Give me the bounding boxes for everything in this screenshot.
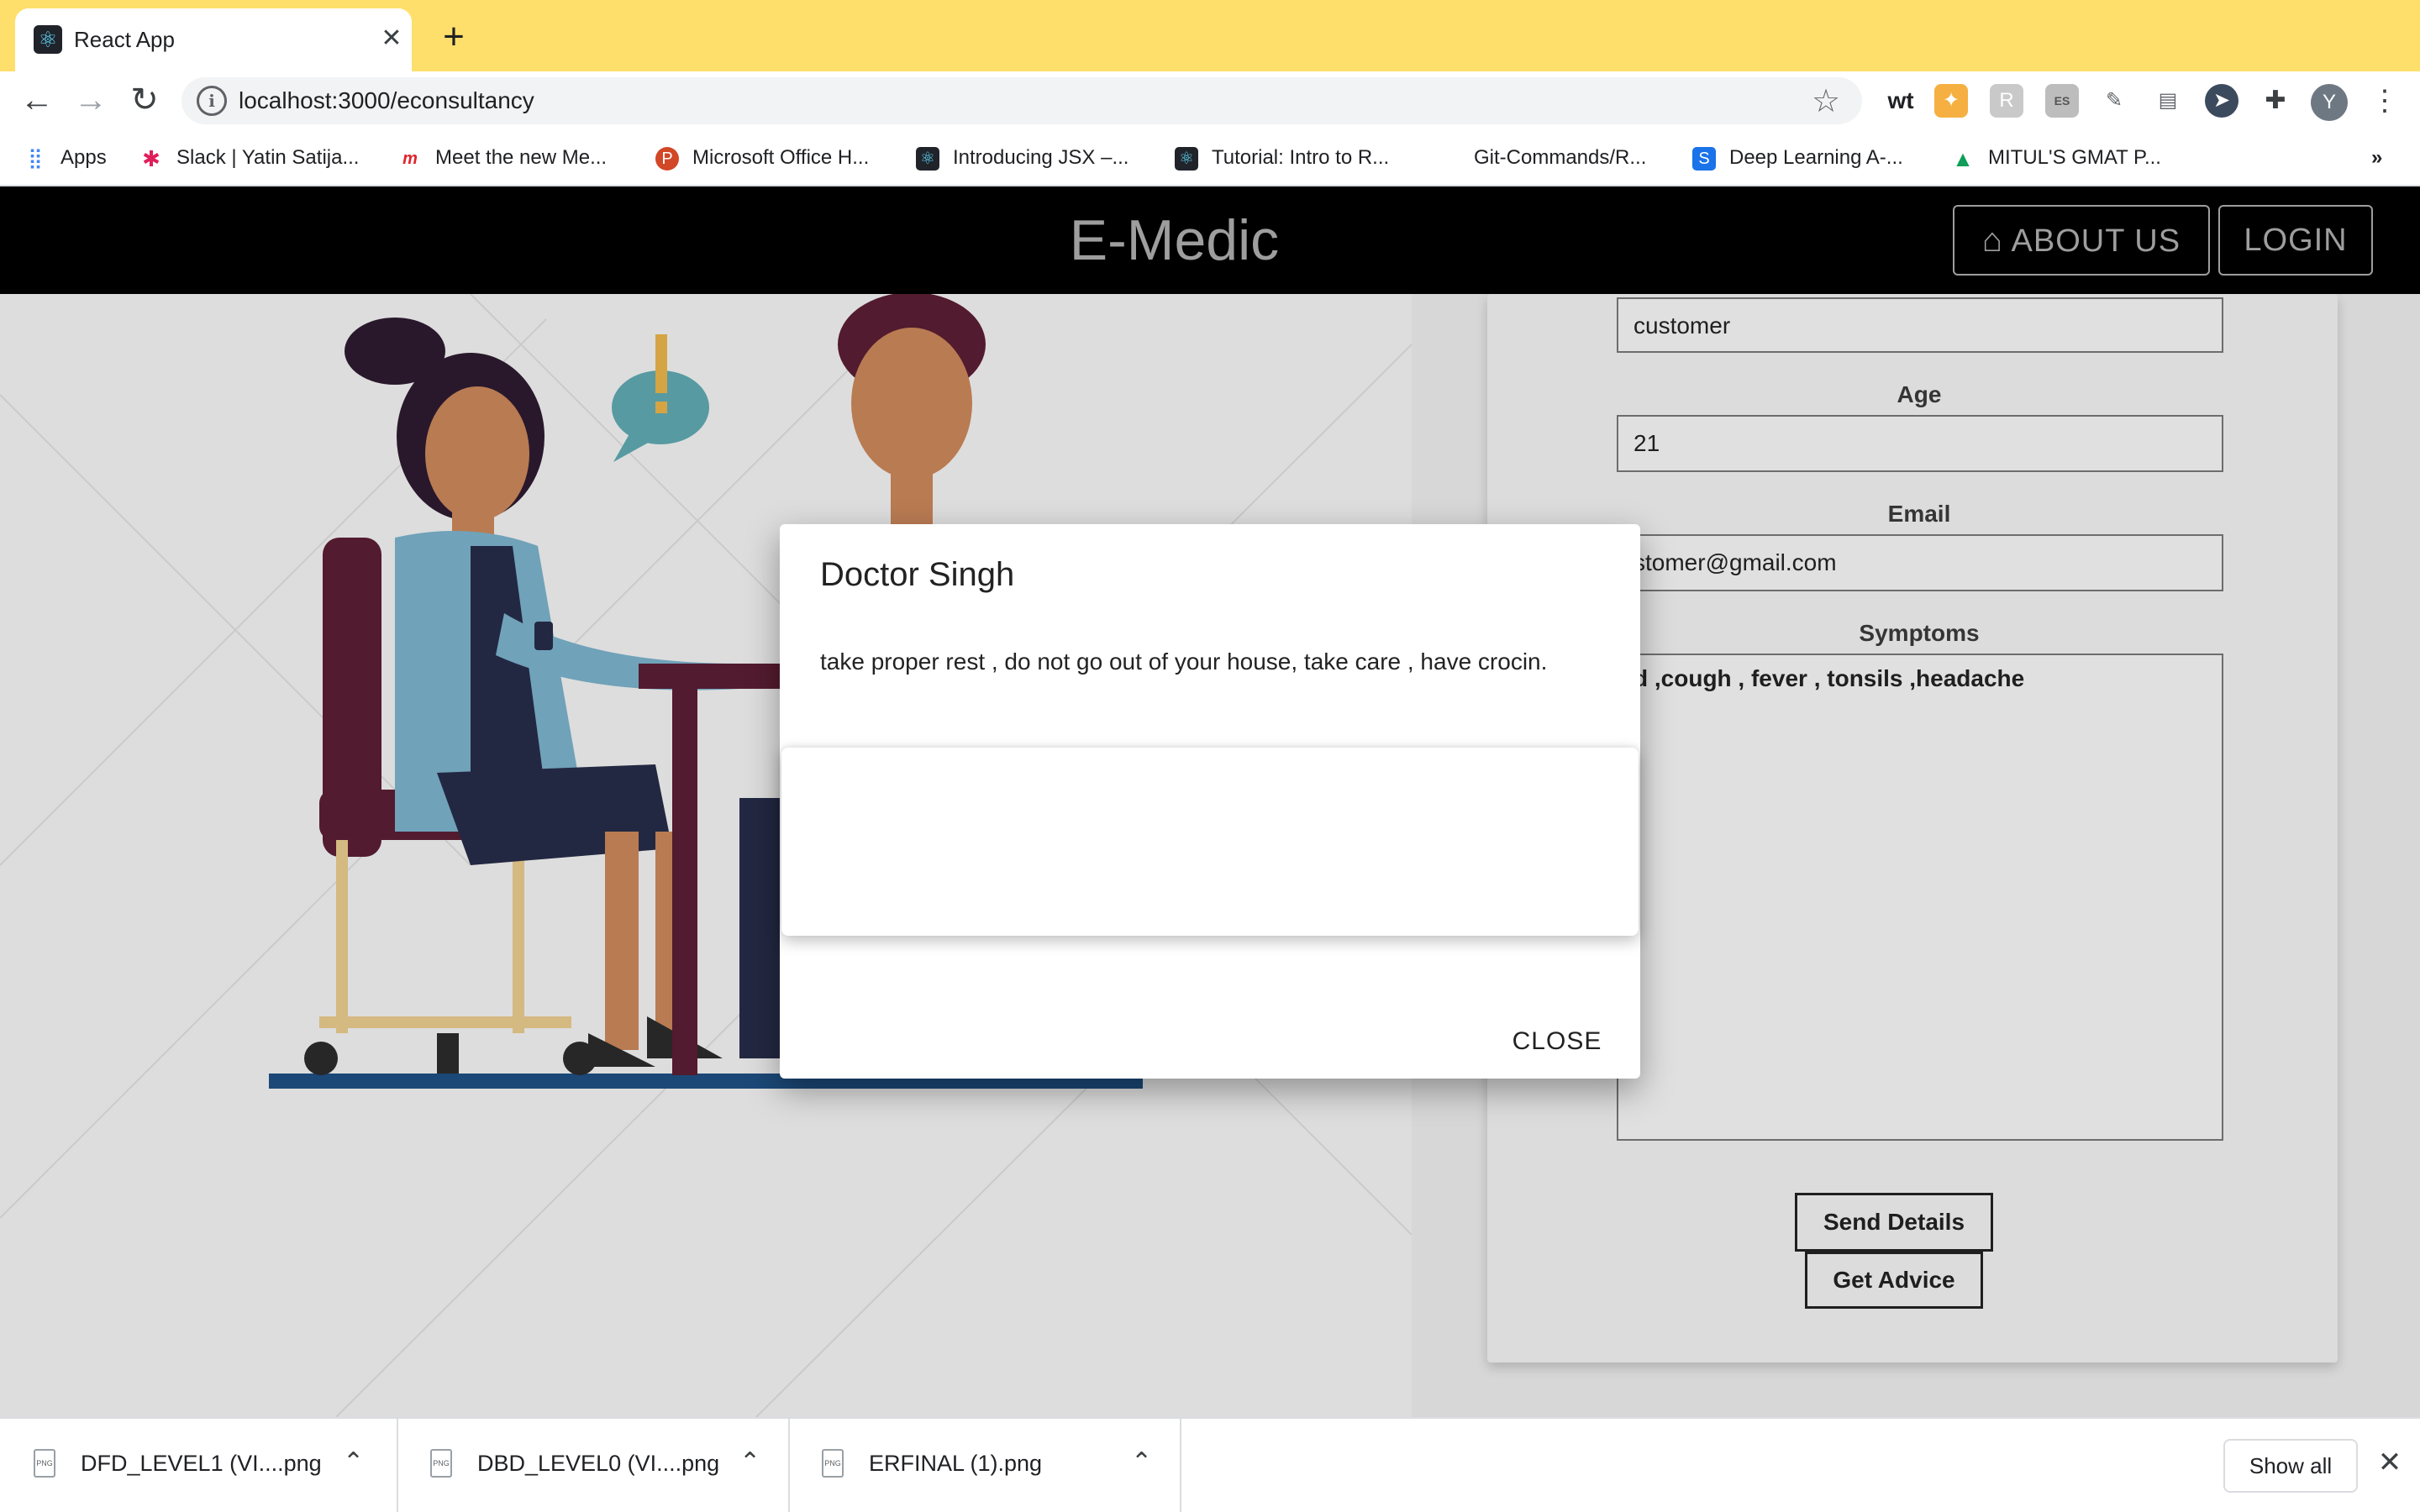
browser-tab[interactable]: ⚛ React App ✕ <box>15 8 412 71</box>
browser-toolbar: ← → ↻ i localhost:3000/econsultancy ☆ wt… <box>0 71 2420 199</box>
chat-extension-icon[interactable]: ▤ <box>2151 84 2185 118</box>
bookmark-slack[interactable]: ✱ Slack | Yatin Satija... <box>139 143 359 173</box>
extension-grey-icon[interactable]: R <box>1990 84 2023 118</box>
bookmark-react-tutorial[interactable]: ⚛ Tutorial: Intro to R... <box>1175 143 1389 173</box>
browser-tab-strip: ⚛ React App ✕ + <box>0 0 2420 71</box>
advice-dialog: Doctor Singh take proper rest , do not g… <box>780 524 1640 1079</box>
es-extension-icon[interactable]: ES <box>2045 84 2079 118</box>
s-logo-icon: S <box>1692 146 1716 171</box>
download-filename: DBD_LEVEL0 (VI....png <box>477 1451 720 1476</box>
png-file-icon: PNG <box>822 1449 844 1478</box>
download-item[interactable]: PNG DBD_LEVEL0 (VI....png ⌃ <box>397 1419 790 1512</box>
url-text[interactable]: localhost:3000/econsultancy <box>239 87 534 114</box>
google-drive-icon: ▲ <box>1952 145 1974 171</box>
tab-close-icon[interactable]: ✕ <box>375 22 408 55</box>
bookmark-deep-learning[interactable]: S Deep Learning A-... <box>1692 143 1903 173</box>
download-item[interactable]: PNG ERFINAL (1).png ⌃ <box>788 1419 1181 1512</box>
site-info-icon[interactable]: i <box>197 86 227 116</box>
profile-avatar[interactable]: Y <box>2311 84 2348 121</box>
new-tab-icon[interactable]: + <box>435 18 472 57</box>
apps-grid-icon: ⣿ <box>28 146 43 170</box>
chevron-up-icon[interactable]: ⌃ <box>343 1447 364 1477</box>
react-favicon-icon: ⚛ <box>34 25 62 54</box>
chevron-up-icon[interactable]: ⌃ <box>739 1447 760 1477</box>
download-filename: ERFINAL (1).png <box>869 1451 1043 1476</box>
about-us-button[interactable]: ⌂ ABOUT US <box>1953 205 2210 276</box>
download-filename: DFD_LEVEL1 (VI....png <box>81 1451 322 1476</box>
cursor-extension-icon[interactable]: ➤ <box>2205 84 2238 118</box>
show-all-button[interactable]: Show all <box>2223 1439 2358 1493</box>
wt-extension-icon[interactable]: wt <box>1881 84 1921 118</box>
downloads-bar: PNG DFD_LEVEL1 (VI....png ⌃ PNG DBD_LEVE… <box>0 1417 2420 1512</box>
tab-title: React App <box>74 27 175 52</box>
notes-extension-icon[interactable]: ✎ <box>2097 84 2131 118</box>
bookmark-apps[interactable]: ⣿ Apps <box>24 143 107 173</box>
back-arrow-icon[interactable]: ← <box>13 76 60 123</box>
kebab-menu-icon[interactable]: ⋮ <box>2368 84 2402 118</box>
bookmark-git[interactable]: Git-Commands/R... <box>1437 143 1646 173</box>
bookmark-star-icon[interactable]: ☆ <box>1812 82 1840 120</box>
chevron-up-icon[interactable]: ⌃ <box>1131 1447 1152 1477</box>
login-button[interactable]: LOGIN <box>2218 205 2373 276</box>
slack-icon: ✱ <box>142 145 160 171</box>
bookmark-meet[interactable]: m Meet the new Me... <box>398 143 607 173</box>
extension-orange-icon[interactable]: ✦ <box>1934 84 1968 118</box>
dialog-title: Doctor Singh <box>820 556 1015 593</box>
png-file-icon: PNG <box>34 1449 55 1478</box>
dialog-content-panel <box>781 748 1639 936</box>
close-downloads-icon[interactable]: ✕ <box>2373 1446 2407 1479</box>
about-us-label: ABOUT US <box>2011 223 2181 259</box>
address-bar[interactable]: i localhost:3000/econsultancy ☆ <box>182 77 1862 124</box>
home-icon: ⌂ <box>1981 222 2004 259</box>
bookmark-office[interactable]: P Microsoft Office H... <box>655 143 869 173</box>
dialog-message: take proper rest , do not go out of your… <box>820 648 1548 675</box>
powerpoint-icon: P <box>655 146 679 171</box>
github-icon <box>1437 147 1460 171</box>
bookmark-gmat[interactable]: ▲ MITUL'S GMAT P... <box>1951 143 2161 173</box>
download-item[interactable]: PNG DFD_LEVEL1 (VI....png ⌃ <box>0 1419 398 1512</box>
reload-icon[interactable]: ↻ <box>121 76 168 123</box>
react-icon: ⚛ <box>1175 146 1198 171</box>
app-header: E-Medic ⌂ ABOUT US LOGIN <box>0 186 2420 294</box>
meetup-icon: m <box>402 149 418 168</box>
forward-arrow-icon[interactable]: → <box>67 76 114 123</box>
extensions-puzzle-icon[interactable]: ✚ <box>2259 84 2292 118</box>
png-file-icon: PNG <box>430 1449 452 1478</box>
dialog-close-button[interactable]: CLOSE <box>1502 1016 1612 1067</box>
bookmark-jsx[interactable]: ⚛ Introducing JSX –... <box>916 143 1128 173</box>
bookmarks-overflow-icon[interactable]: » <box>2371 143 2382 173</box>
react-icon: ⚛ <box>916 146 939 171</box>
